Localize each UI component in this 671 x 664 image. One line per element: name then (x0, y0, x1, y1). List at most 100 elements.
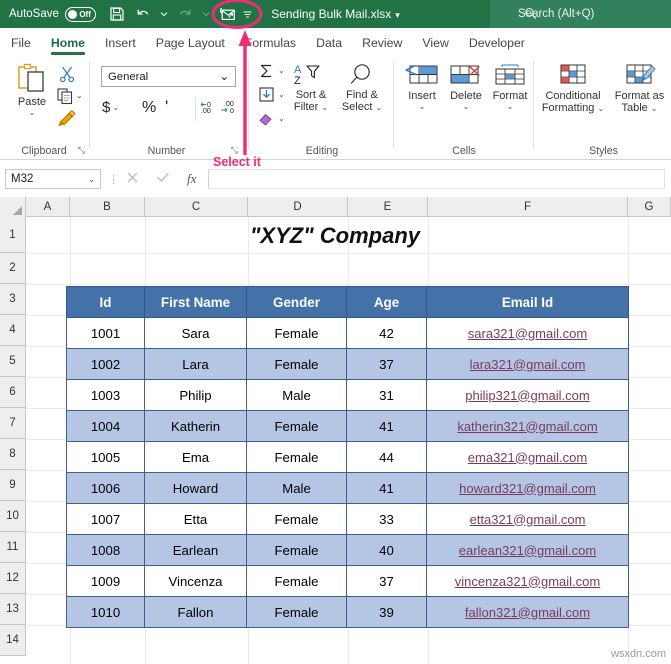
cell-name[interactable]: Vincenza (144, 565, 247, 597)
cell-name[interactable]: Howard (144, 472, 247, 504)
row-header-12[interactable]: 12 (0, 563, 26, 594)
tab-formulas[interactable]: Formulas (235, 28, 306, 57)
cell-email[interactable]: katherin321@gmail.com (426, 410, 629, 442)
cell-age[interactable]: 39 (346, 596, 427, 628)
decrease-decimal-button[interactable]: .00 0 (220, 99, 237, 115)
undo-dropdown-chevron-down-icon[interactable] (157, 3, 171, 25)
table-row[interactable]: 1005 Ema Female 44 ema321@gmail.com (66, 441, 629, 473)
conditional-formatting-chevron-down-icon[interactable]: ⌄ (597, 104, 604, 113)
insert-function-fx-icon[interactable]: fx (187, 171, 196, 187)
cell-age[interactable]: 41 (346, 472, 427, 504)
tab-developer[interactable]: Developer (459, 28, 535, 57)
cell-gender[interactable]: Male (246, 472, 347, 504)
insert-cells-chevron-down-icon[interactable]: ⌄ (419, 102, 426, 111)
number-format-chevron-down-icon[interactable]: ⌄ (220, 70, 229, 83)
cell-id[interactable]: 1004 (66, 410, 145, 442)
row-header-13[interactable]: 13 (0, 594, 26, 625)
row-header-2[interactable]: 2 (0, 253, 26, 284)
send-as-email-icon[interactable] (215, 3, 239, 25)
email-link[interactable]: fallon321@gmail.com (465, 605, 590, 620)
cell-name[interactable]: Sara (144, 317, 247, 349)
find-and-select-button[interactable]: Find & Select ⌄ (337, 62, 387, 113)
tab-review[interactable]: Review (352, 28, 412, 57)
clear-chevron-down-icon[interactable]: ⌄ (278, 114, 285, 123)
paste-button[interactable]: Paste ⌄ (8, 63, 56, 117)
copy-chevron-down-icon[interactable]: ⌄ (76, 92, 83, 100)
row-header-3[interactable]: 3 (0, 284, 26, 315)
table-header-id[interactable]: Id (66, 286, 145, 318)
name-box[interactable]: M32 ⌄ (5, 169, 101, 189)
column-header-d[interactable]: D (248, 197, 348, 217)
row-header-5[interactable]: 5 (0, 346, 26, 377)
cell-gender[interactable]: Female (246, 348, 347, 380)
cell-id[interactable]: 1010 (66, 596, 145, 628)
cell-age[interactable]: 37 (346, 565, 427, 597)
table-row[interactable]: 1010 Fallon Female 39 fallon321@gmail.co… (66, 596, 629, 628)
format-as-table-chevron-down-icon[interactable]: ⌄ (651, 104, 658, 113)
tab-insert[interactable]: Insert (95, 28, 146, 57)
cell-name[interactable]: Etta (144, 503, 247, 535)
copy-button[interactable]: ⌄ (56, 87, 83, 105)
cell-id[interactable]: 1007 (66, 503, 145, 535)
cell-age[interactable]: 37 (346, 348, 427, 380)
cell-email[interactable]: howard321@gmail.com (426, 472, 629, 504)
confirm-check-icon[interactable] (156, 171, 170, 187)
table-header-first-name[interactable]: First Name (144, 286, 247, 318)
tab-page-layout[interactable]: Page Layout (146, 28, 235, 57)
percent-format-button[interactable]: % (142, 99, 156, 117)
row-header-4[interactable]: 4 (0, 315, 26, 346)
cell-id[interactable]: 1005 (66, 441, 145, 473)
format-as-table-button[interactable]: Format as Table ⌄ (608, 63, 671, 114)
cell-id[interactable]: 1001 (66, 317, 145, 349)
cell-email[interactable]: ema321@gmail.com (426, 441, 629, 473)
table-row[interactable]: 1008 Earlean Female 40 earlean321@gmail.… (66, 534, 629, 566)
tab-home[interactable]: Home (41, 28, 95, 57)
cell-age[interactable]: 40 (346, 534, 427, 566)
sort-and-filter-button[interactable]: AZ Sort & Filter ⌄ (287, 62, 335, 113)
column-header-a[interactable]: A (26, 197, 70, 217)
column-header-b[interactable]: B (70, 197, 145, 217)
email-link[interactable]: katherin321@gmail.com (457, 419, 597, 434)
fill-chevron-down-icon[interactable]: ⌄ (278, 90, 285, 99)
cell-email[interactable]: etta321@gmail.com (426, 503, 629, 535)
cell-gender[interactable]: Female (246, 410, 347, 442)
cell-id[interactable]: 1006 (66, 472, 145, 504)
row-header-1[interactable]: 1 (0, 217, 26, 253)
find-select-chevron-down-icon[interactable]: ⌄ (375, 103, 382, 112)
email-link[interactable]: etta321@gmail.com (470, 512, 586, 527)
cell-age[interactable]: 41 (346, 410, 427, 442)
table-row[interactable]: 1007 Etta Female 33 etta321@gmail.com (66, 503, 629, 535)
cell-age[interactable]: 44 (346, 441, 427, 473)
cell-email[interactable]: philip321@gmail.com (426, 379, 629, 411)
conditional-formatting-button[interactable]: Conditional Formatting ⌄ (538, 63, 608, 114)
format-cells-chevron-down-icon[interactable]: ⌄ (507, 102, 514, 111)
cell-age[interactable]: 42 (346, 317, 427, 349)
name-box-chevron-down-icon[interactable]: ⌄ (88, 175, 95, 184)
cancel-x-icon[interactable] (126, 171, 139, 187)
table-header-email-id[interactable]: Email Id (426, 286, 629, 318)
row-header-7[interactable]: 7 (0, 408, 26, 439)
cell-age[interactable]: 31 (346, 379, 427, 411)
cell-email[interactable]: fallon321@gmail.com (426, 596, 629, 628)
customize-quick-access-toolbar-icon[interactable] (241, 3, 255, 25)
autosum-button[interactable]: ⌄ (258, 63, 285, 79)
cell-age[interactable]: 33 (346, 503, 427, 535)
column-header-c[interactable]: C (145, 197, 248, 217)
cell-email[interactable]: sara321@gmail.com (426, 317, 629, 349)
table-header-gender[interactable]: Gender (246, 286, 347, 318)
cell-name[interactable]: Earlean (144, 534, 247, 566)
column-header-f[interactable]: F (428, 197, 628, 217)
number-format-select[interactable]: General ⌄ (101, 66, 236, 87)
table-header-age[interactable]: Age (346, 286, 427, 318)
email-link[interactable]: howard321@gmail.com (459, 481, 596, 496)
email-link[interactable]: vincenza321@gmail.com (455, 574, 600, 589)
tab-view[interactable]: View (412, 28, 458, 57)
email-link[interactable]: sara321@gmail.com (468, 326, 587, 341)
sheet-cells-area[interactable]: "XYZ" Company Id First Name Gender Age E… (26, 217, 671, 664)
cell-gender[interactable]: Female (246, 565, 347, 597)
comma-style-button[interactable]: ' (165, 98, 168, 115)
cell-email[interactable]: lara321@gmail.com (426, 348, 629, 380)
format-painter-button[interactable] (58, 109, 77, 127)
undo-icon[interactable] (131, 3, 155, 25)
cell-gender[interactable]: Male (246, 379, 347, 411)
